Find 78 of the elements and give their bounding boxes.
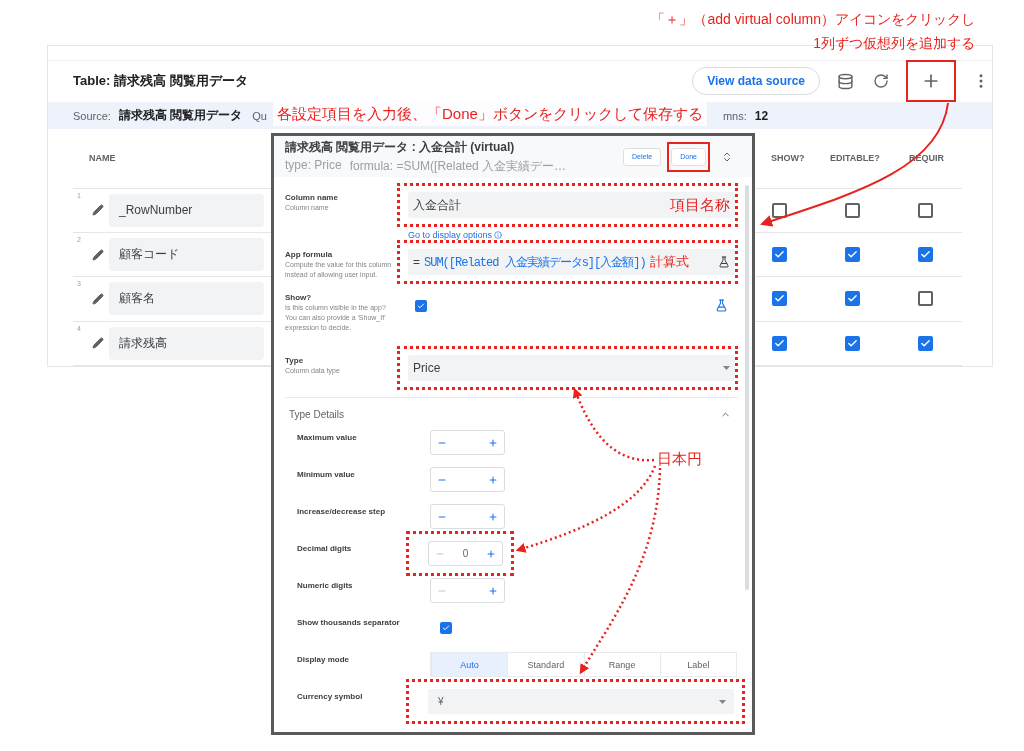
source-value: 請求残高 閲覧用データ <box>118 107 243 125</box>
stepper-value: 0 <box>462 548 469 559</box>
field-label: Decimal digits <box>297 543 353 553</box>
field-value: Price <box>413 361 441 375</box>
checkbox[interactable] <box>845 202 860 218</box>
column-name-input[interactable]: 入金合計 項目名称 <box>408 192 735 218</box>
column-name-field[interactable]: _RowNumber <box>109 193 264 227</box>
checkbox[interactable] <box>918 335 933 351</box>
field-label: Numeric digits <box>297 580 354 590</box>
field-label: Increase/decrease step <box>297 506 387 516</box>
equals-sign: = <box>413 255 420 269</box>
formula-summary: formula: =SUM([Related 入金実績デー… <box>349 157 567 175</box>
checkbox[interactable] <box>918 291 933 307</box>
column-name-field[interactable]: 顧客コード <box>109 238 264 272</box>
checkmark-icon <box>417 301 425 310</box>
section-title: Type Details <box>289 408 345 420</box>
field-label: Currency symbol <box>297 691 364 701</box>
annotation-text: 項目名称 <box>670 195 730 215</box>
annotation-text: 各設定項目を入力後、「Done」ボタンをクリックして保存する <box>273 102 707 126</box>
checkbox[interactable] <box>845 247 860 263</box>
annotation-text: 計算式 <box>649 253 689 271</box>
columns-label: mns: <box>722 109 747 122</box>
formula-text: SUM([Related 入金実績データs][入金額]) <box>424 254 646 271</box>
field-value: ¥ <box>438 696 444 707</box>
checkmark-icon <box>442 624 450 632</box>
column-header: NAME <box>89 152 116 165</box>
annotation-text: 日本円 <box>657 450 702 469</box>
annotation-text: 「＋」（add virtual column）アイコンをクリックし <box>651 10 975 29</box>
source-label: Source: <box>73 109 111 122</box>
column-header: SHOW? <box>771 152 805 165</box>
plus-icon[interactable] <box>488 437 498 448</box>
plus-icon[interactable] <box>488 511 498 522</box>
field-value: 入金合計 <box>413 196 461 214</box>
checkbox[interactable] <box>845 335 860 351</box>
annotation-text: 1列ずつ仮想列を追加する <box>813 34 975 53</box>
dialog-title: 請求残高 閲覧用データ : 入金合計 (virtual) <box>285 138 516 156</box>
field-label: Show thousands separator <box>297 617 401 627</box>
info-icon <box>494 231 503 239</box>
number-stepper[interactable]: 0 <box>428 541 503 566</box>
checkbox[interactable] <box>772 247 787 263</box>
column-header: EDITABLE? <box>830 152 880 165</box>
checkbox[interactable] <box>845 291 860 307</box>
checkbox[interactable] <box>772 202 787 218</box>
type-select[interactable]: Price <box>408 355 735 381</box>
checkbox[interactable] <box>918 202 933 218</box>
checkbox[interactable] <box>918 247 933 263</box>
display-options-link[interactable]: Go to display options <box>408 230 503 240</box>
view-data-source-button[interactable]: View data source <box>692 67 820 96</box>
table-title: Table: 請求残高 閲覧用データ <box>73 72 249 91</box>
mode-option[interactable]: Auto <box>431 653 508 676</box>
column-name-field[interactable]: 顧客名 <box>109 282 264 316</box>
flask-icon[interactable] <box>718 256 730 268</box>
partial-text: Qu <box>252 109 267 122</box>
plus-icon[interactable] <box>486 548 496 559</box>
checkmark-icon <box>774 337 785 349</box>
checkbox[interactable] <box>772 291 787 307</box>
plus-icon[interactable] <box>488 474 498 485</box>
column-name-field[interactable]: 請求残高 <box>109 326 264 360</box>
checkmark-icon <box>847 337 858 349</box>
field-label: Display mode <box>297 654 350 664</box>
field-label: Column name <box>285 193 339 202</box>
caret-icon <box>723 366 730 370</box>
columns-count: 12 <box>754 108 769 123</box>
field-label: Minimum value <box>297 469 356 479</box>
field-label: Type <box>285 356 305 365</box>
field-label: App formula <box>285 250 334 259</box>
field-label: Show? <box>285 293 313 302</box>
flask-icon[interactable] <box>715 299 728 312</box>
field-label: Maximum value <box>297 432 358 442</box>
checkbox[interactable] <box>415 299 427 312</box>
checkbox[interactable] <box>772 335 787 351</box>
checkbox[interactable] <box>440 622 452 634</box>
currency-select[interactable]: ¥ <box>428 689 734 714</box>
plus-icon[interactable] <box>488 585 498 596</box>
type-summary: type: Price <box>285 157 342 174</box>
caret-icon <box>719 699 726 704</box>
formula-input[interactable]: = SUM([Related 入金実績データs][入金額]) 計算式 <box>408 249 735 275</box>
checkmark-icon <box>920 337 931 349</box>
